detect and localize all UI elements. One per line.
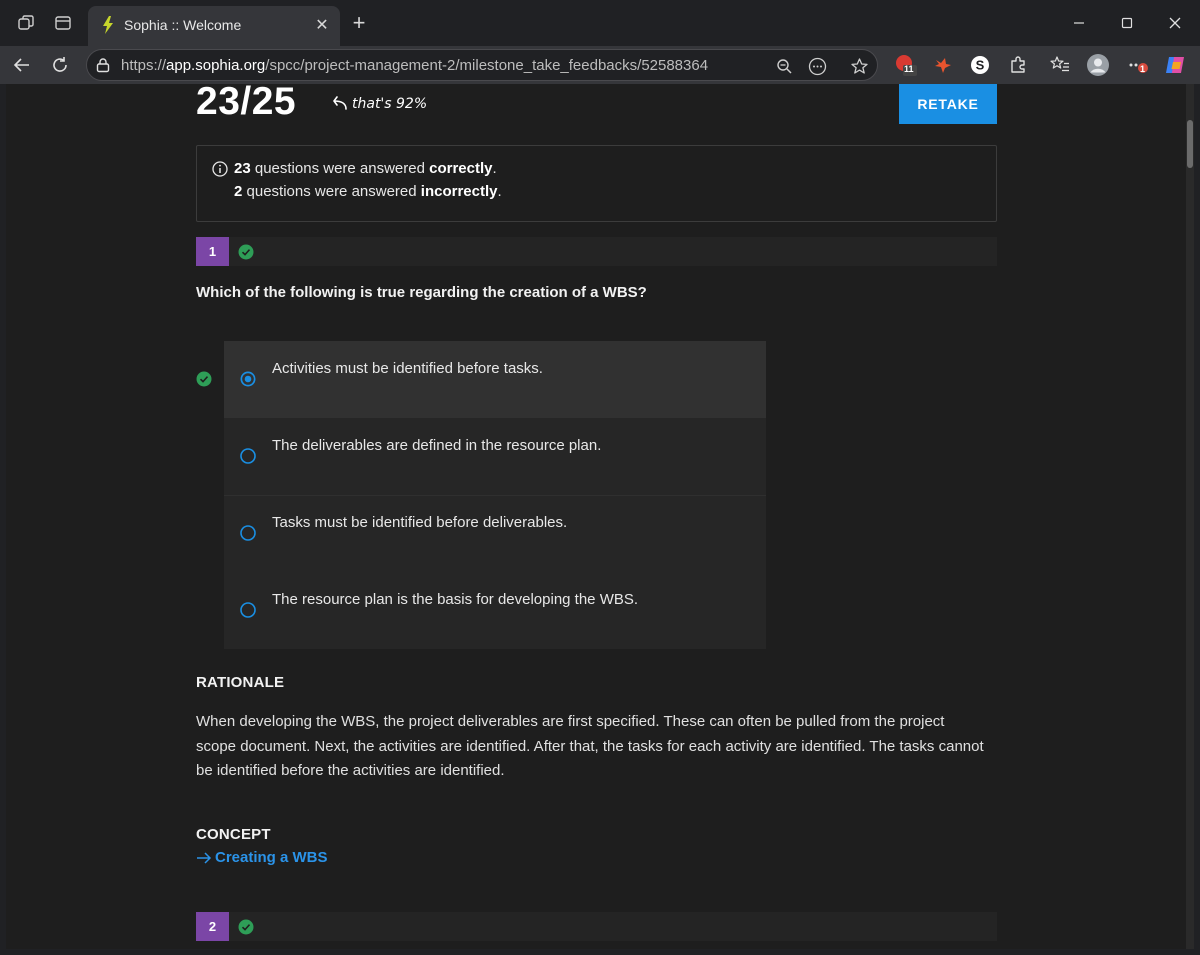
percent-note: that's 92%	[326, 96, 427, 112]
tab-actions-icon[interactable]	[52, 12, 74, 34]
radio-selected-icon[interactable]	[240, 371, 256, 387]
tab-title: Sophia :: Welcome	[124, 17, 242, 33]
minimize-icon[interactable]	[1066, 10, 1092, 36]
question-header: 2	[196, 912, 997, 941]
option-label: Activities must be identified before tas…	[272, 360, 543, 377]
option-label: Tasks must be identified before delivera…	[272, 514, 568, 531]
retake-button[interactable]: RETAKE	[899, 84, 997, 124]
answer-option[interactable]: The resource plan is the basis for devel…	[224, 572, 766, 649]
curved-arrow-icon	[333, 96, 347, 110]
incorrect-text: questions were answered	[242, 183, 421, 200]
url-prefix: https://	[121, 57, 167, 74]
svg-text:S: S	[976, 58, 985, 73]
back-arrow-icon[interactable]	[10, 53, 34, 77]
scrollbar-thumb[interactable]	[1187, 120, 1193, 168]
window-frame-right	[1194, 84, 1200, 955]
url-text[interactable]: https://app.sophia.org/spcc/project-mana…	[121, 57, 708, 74]
radio-empty-icon[interactable]	[240, 602, 256, 618]
answer-option[interactable]: The deliverables are defined in the reso…	[224, 418, 766, 495]
quiz-score: 23/25	[196, 84, 297, 123]
scrollbar-track[interactable]	[1186, 84, 1194, 949]
favorites-list-icon[interactable]	[1048, 53, 1072, 77]
question-number-badge: 2	[196, 912, 229, 941]
close-tab-icon[interactable]: ✕	[312, 15, 332, 35]
profile-avatar-icon[interactable]	[1086, 53, 1110, 77]
zoom-icon[interactable]	[774, 56, 794, 76]
page-content: 23/25 that's 92% RETAKE 23 questions wer…	[6, 84, 1186, 949]
incorrect-word: incorrectly	[420, 183, 498, 200]
menu-badge: 1	[1140, 64, 1146, 74]
answer-option[interactable]: Tasks must be identified before delivera…	[224, 495, 766, 572]
copilot-icon[interactable]	[1163, 53, 1187, 77]
answer-options: Activities must be identified before tas…	[224, 341, 766, 649]
correct-summary: 23 questions were answered correctly.	[234, 160, 497, 177]
check-circle-icon	[238, 919, 254, 935]
browser-toolbar: https://app.sophia.org/spcc/project-mana…	[0, 46, 1200, 84]
radio-empty-icon[interactable]	[240, 448, 256, 464]
radio-empty-icon[interactable]	[240, 525, 256, 541]
url-host: app.sophia.org	[166, 57, 266, 74]
concept-heading: CONCEPT	[196, 826, 271, 843]
incorrect-summary: 2 questions were answered incorrectly.	[234, 183, 502, 200]
workspaces-icon[interactable]	[15, 12, 37, 34]
extension-fox-icon[interactable]	[931, 53, 955, 77]
concept-link[interactable]: Creating a WBS	[196, 849, 328, 866]
extension-red-icon[interactable]: 11	[894, 53, 918, 77]
rationale-text: When developing the WBS, the project del…	[196, 713, 984, 779]
lock-icon[interactable]	[95, 57, 111, 73]
settings-more-icon[interactable]: 1	[1126, 53, 1150, 77]
answer-option-selected[interactable]: Activities must be identified before tas…	[224, 341, 766, 418]
rationale-heading: RATIONALE	[196, 674, 285, 691]
url-path: /spcc/project-management-2/milestone_tak…	[265, 57, 709, 74]
extensions-puzzle-icon[interactable]	[1006, 53, 1030, 77]
address-bar[interactable]: https://app.sophia.org/spcc/project-mana…	[86, 49, 878, 81]
maximize-icon[interactable]	[1114, 10, 1140, 36]
percent-text: that's 92%	[352, 96, 428, 112]
arrow-right-icon	[197, 851, 212, 864]
correct-answer-check-icon	[196, 371, 212, 387]
results-summary: 23 questions were answered correctly. 2 …	[196, 145, 997, 222]
concept-link-label[interactable]: Creating a WBS	[215, 849, 328, 866]
question-number-badge: 1	[196, 237, 229, 266]
correct-text: questions were answered	[250, 160, 430, 177]
check-circle-icon	[238, 244, 254, 260]
option-label: The deliverables are defined in the reso…	[272, 437, 602, 454]
option-label: The resource plan is the basis for devel…	[272, 591, 639, 608]
extension-s-icon[interactable]: S	[968, 53, 992, 77]
more-options-circle-icon[interactable]	[807, 56, 827, 76]
window-frame-left	[0, 84, 6, 955]
window-frame-bottom	[0, 949, 1200, 955]
period: .	[497, 183, 502, 200]
sophia-favicon-icon	[98, 15, 118, 35]
period: .	[492, 160, 497, 177]
question-text: Which of the following is true regarding…	[196, 284, 647, 301]
correct-word: correctly	[429, 160, 493, 177]
window-titlebar: Sophia :: Welcome ✕ +	[0, 0, 1200, 46]
correct-count: 23	[234, 160, 251, 177]
close-window-icon[interactable]	[1162, 10, 1188, 36]
info-icon	[212, 161, 228, 177]
question-header: 1	[196, 237, 997, 266]
new-tab-icon[interactable]: +	[348, 12, 370, 34]
browser-tab-active[interactable]: Sophia :: Welcome ✕	[88, 6, 340, 46]
reload-icon[interactable]	[48, 53, 72, 77]
extension-badge: 11	[904, 64, 914, 74]
favorite-star-icon[interactable]	[849, 56, 869, 76]
